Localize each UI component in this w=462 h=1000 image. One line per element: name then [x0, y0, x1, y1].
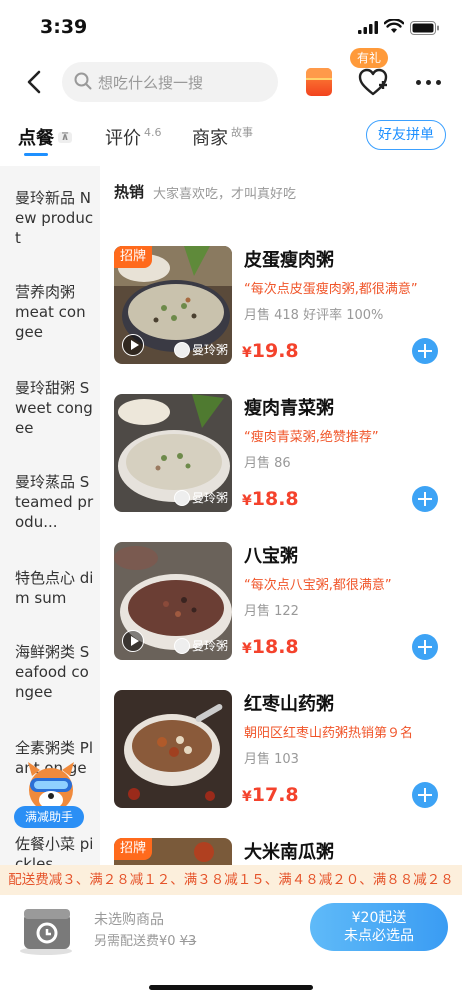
dish-price: ¥17.8 [242, 784, 299, 806]
dish-name: 八宝粥 [244, 546, 298, 567]
brand-watermark: 曼玲粥 [173, 637, 228, 654]
tab-merchant[interactable]: 商家 故事 [192, 124, 253, 150]
dish-name: 皮蛋瘦肉粥 [244, 250, 334, 271]
dish-name: 瘦肉青菜粥 [244, 398, 334, 419]
min-order-label: ¥20起送 [351, 910, 407, 926]
active-tab-indicator [24, 153, 48, 156]
add-to-cart-button[interactable] [412, 338, 438, 364]
dish-rank-note: 朝阳区红枣山药粥热销第９名 [244, 726, 414, 741]
dish-review-quote: “每次点八宝粥,都很满意” [244, 578, 392, 593]
dish-price: ¥19.8 [242, 340, 299, 362]
dish-sales: 月售 86 [244, 456, 291, 471]
dish-item[interactable]: 曼玲粥 八宝粥 “每次点八宝粥,都很满意” 月售 122 ¥18.8 [114, 542, 454, 664]
dish-image[interactable]: 招牌 曼玲粥 [114, 246, 232, 364]
play-video-icon[interactable] [122, 334, 144, 356]
tab-reviews-label: 评价 [105, 128, 141, 149]
tab-reviews[interactable]: 评价 4.6 [105, 124, 162, 150]
tab-order-label: 点餐 [18, 128, 54, 149]
add-to-cart-button[interactable] [412, 486, 438, 512]
wifi-icon [384, 19, 404, 33]
status-time: 3:39 [40, 16, 88, 38]
home-indicator [149, 985, 313, 990]
signature-tag: 招牌 [114, 838, 153, 860]
dish-sales: 月售 122 [244, 604, 299, 619]
dish-item[interactable]: 招牌 曼玲粥 皮蛋瘦肉粥 “每次点皮蛋瘦肉粥,都很满意” 月售 418 好评率 … [114, 246, 454, 368]
cellular-signal-icon [358, 21, 378, 34]
signature-tag: 招牌 [114, 246, 153, 268]
search-input[interactable]: 想吃什么搜一搜 [62, 62, 278, 102]
dish-sales: 月售 418 好评率 100% [244, 308, 384, 323]
rating-score: 4.6 [144, 126, 162, 139]
back-arrow-icon[interactable] [22, 68, 48, 96]
brand-watermark: 曼玲粥 [173, 341, 228, 358]
delivery-fee: 另需配送费¥0 ¥3 [94, 934, 197, 949]
section-title: 热销 [114, 183, 145, 201]
sidebar-item-meat-congee[interactable]: 营养肉粥 meat congee [0, 282, 100, 342]
favorite-heart-icon[interactable] [356, 62, 390, 102]
nav-bar: 想吃什么搜一搜 有礼 [0, 48, 462, 108]
dish-review-quote: “瘦肉青菜粥,绝赞推荐” [244, 430, 379, 445]
add-to-cart-button[interactable] [412, 634, 438, 660]
search-placeholder: 想吃什么搜一搜 [98, 74, 204, 92]
dish-image[interactable] [114, 690, 232, 808]
dish-name: 大米南瓜粥 [244, 842, 334, 863]
dish-name: 红枣山药粥 [244, 694, 334, 715]
section-subtitle: 大家喜欢吃，才叫真好吃 [153, 187, 297, 202]
discount-banner[interactable]: 配送费减３、满２８减１２、满３８减１５、满４８减２０、满８８减２８ [0, 865, 462, 895]
add-to-cart-button[interactable] [412, 782, 438, 808]
pin-icon: ⊼ [58, 132, 73, 143]
battery-icon [410, 21, 439, 35]
dish-item[interactable]: 招牌 大米南瓜粥 [114, 838, 454, 865]
tab-order[interactable]: 点餐 ⊼ [18, 124, 73, 150]
merchant-story-tag: 故事 [231, 126, 253, 139]
sidebar-item-pickles[interactable]: 佐餐小菜 pickles [0, 834, 100, 866]
congee-bowl-image [114, 690, 232, 808]
dish-image[interactable]: 招牌 [114, 838, 232, 865]
red-envelope-icon[interactable] [306, 68, 332, 96]
sidebar-item-sweet-congee[interactable]: 曼玲甜粥 Sweet congee [0, 378, 100, 438]
discount-helper-button[interactable]: 满减助手 [14, 806, 84, 828]
store-tabs: 点餐 ⊼ 评价 4.6 商家 故事 好友拼单 [0, 116, 462, 164]
more-options-icon[interactable] [414, 70, 444, 94]
sidebar-item-seafood[interactable]: 海鲜粥类 Seafood congee [0, 642, 100, 702]
tab-merchant-label: 商家 [192, 128, 228, 149]
dish-review-quote: “每次点皮蛋瘦肉粥,都很满意” [244, 282, 418, 297]
cart-status: 未选购商品 [94, 912, 164, 928]
dish-price: ¥18.8 [242, 488, 299, 510]
shopping-bag-icon[interactable] [16, 899, 78, 957]
brand-watermark: 曼玲粥 [173, 489, 228, 506]
sidebar-item-new[interactable]: 曼玲新品 New product [0, 188, 100, 248]
group-order-button[interactable]: 好友拼单 [366, 120, 446, 150]
sidebar-item-steamed[interactable]: 曼玲蒸品 Steamed produ... [0, 472, 100, 532]
checkout-button[interactable]: ¥20起送 未点必选品 [310, 903, 448, 951]
dish-item[interactable]: 红枣山药粥 朝阳区红枣山药粥热销第９名 月售 103 ¥17.8 [114, 690, 454, 812]
play-video-icon[interactable] [122, 630, 144, 652]
dish-item[interactable]: 曼玲粥 瘦肉青菜粥 “瘦肉青菜粥,绝赞推荐” 月售 86 ¥18.8 [114, 394, 454, 516]
search-icon [74, 72, 92, 90]
status-bar: 3:39 [0, 0, 462, 56]
dish-sales: 月售 103 [244, 752, 299, 767]
required-item-label: 未点必选品 [344, 928, 414, 944]
dish-image[interactable]: 曼玲粥 [114, 542, 232, 660]
sidebar-item-dim-sum[interactable]: 特色点心 dim sum [0, 568, 100, 608]
dish-image[interactable]: 曼玲粥 [114, 394, 232, 512]
dish-price: ¥18.8 [242, 636, 299, 658]
